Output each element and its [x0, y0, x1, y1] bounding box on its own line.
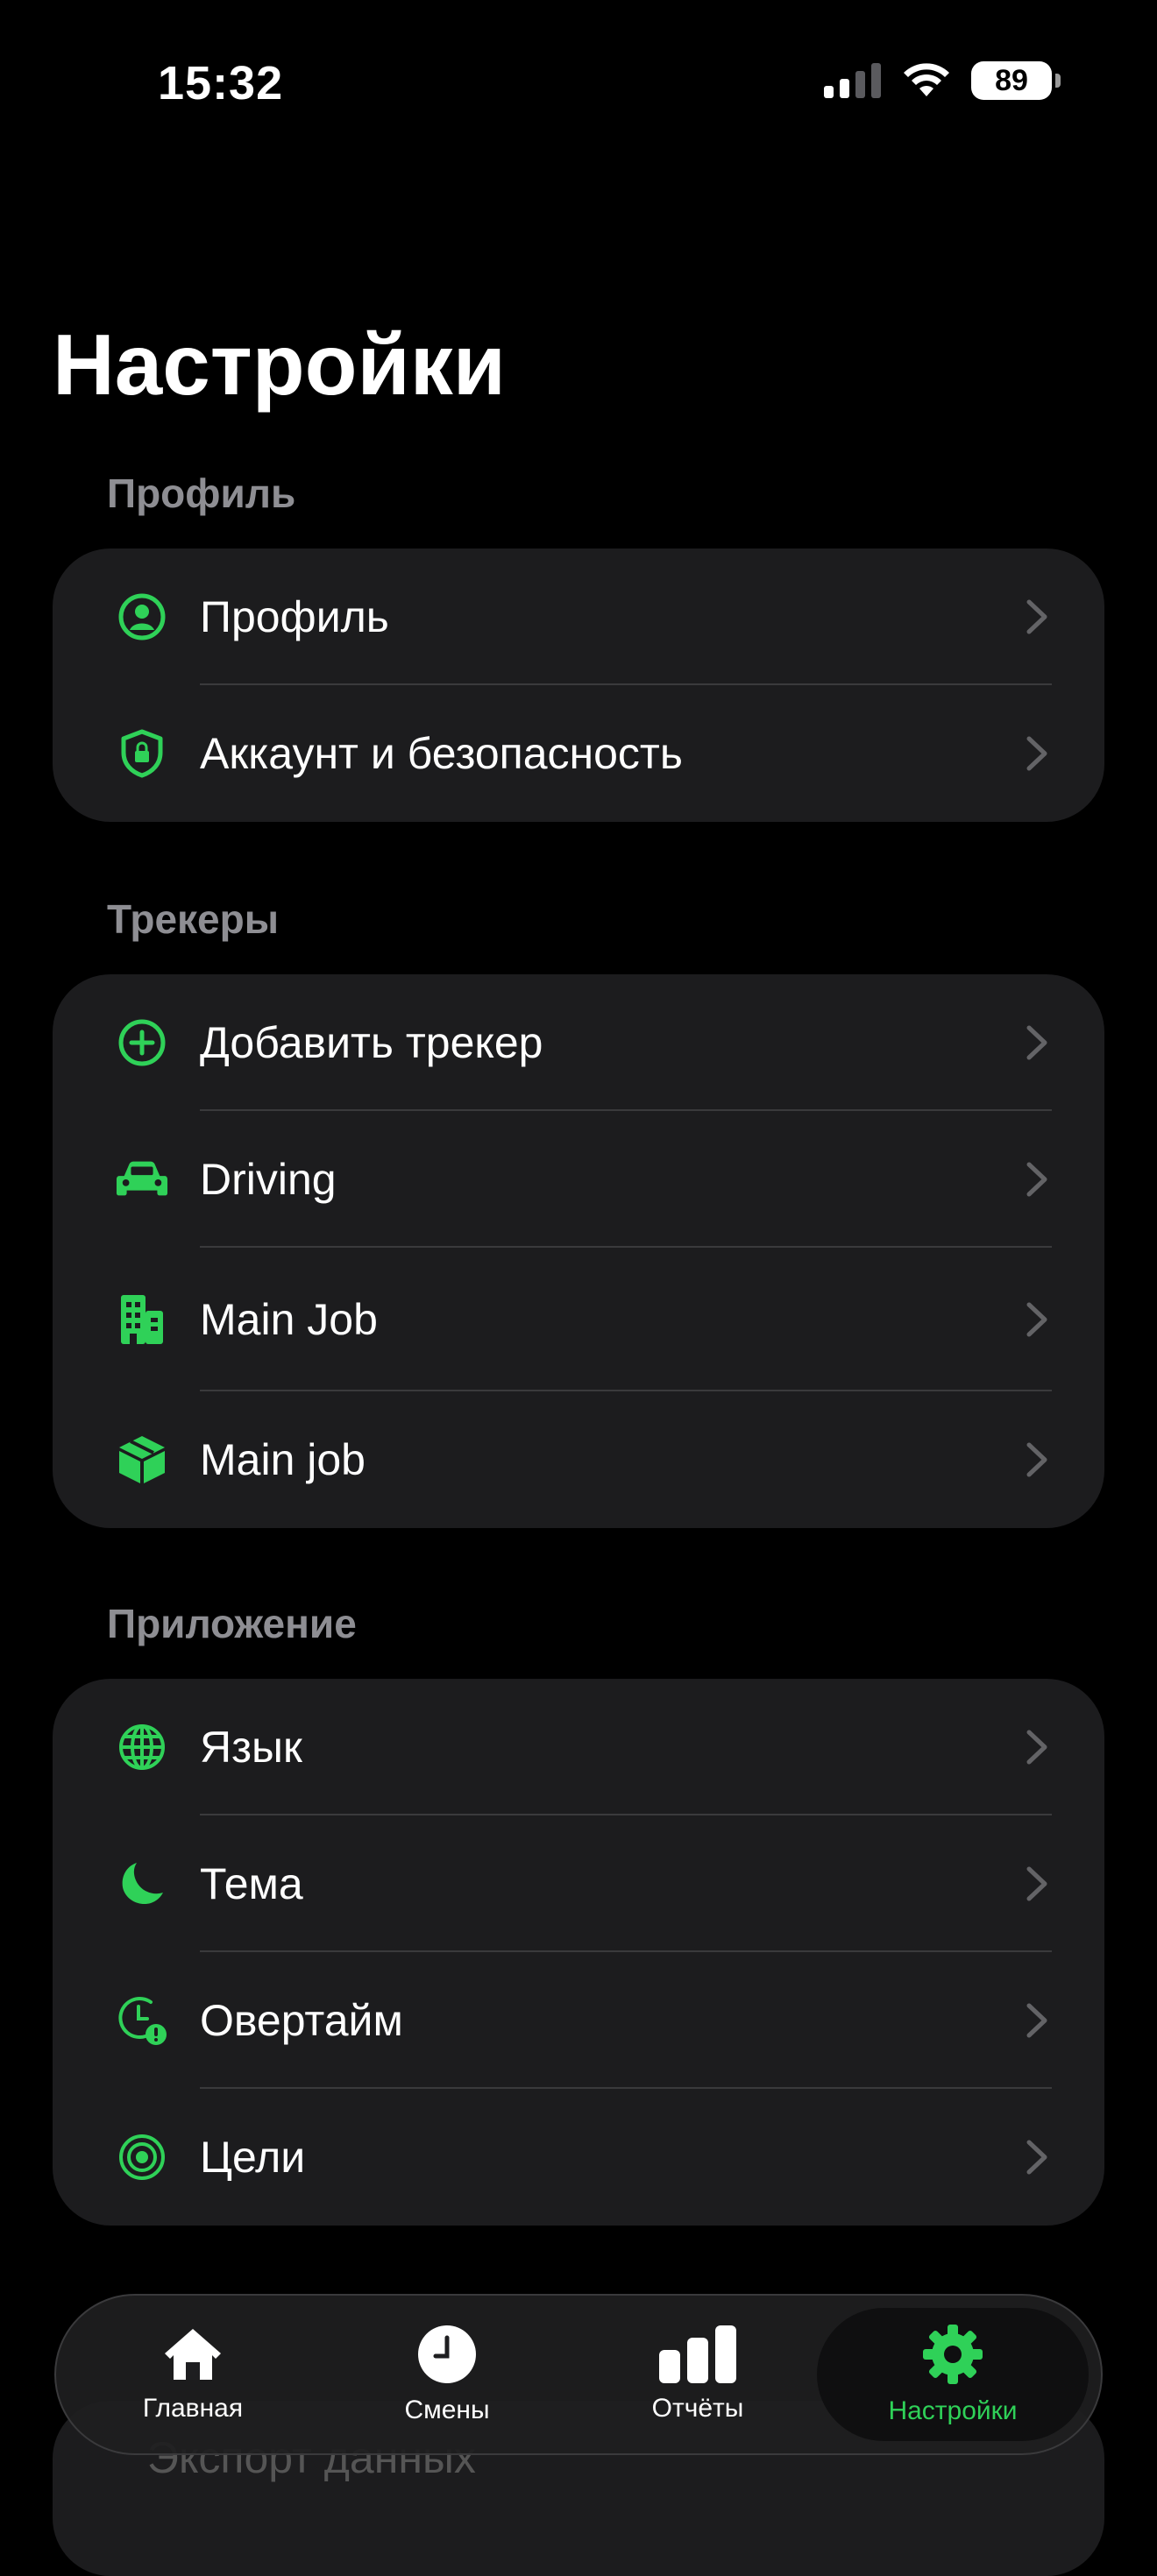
row-label: Добавить трекер [200, 1018, 543, 1067]
chevron-right-icon [1026, 2003, 1047, 2038]
tab-label: Главная [142, 2394, 244, 2423]
car-icon [116, 1153, 168, 1206]
section-header-trackers: Трекеры [107, 896, 280, 942]
section-header-app: Приложение [107, 1601, 357, 1646]
shield-lock-icon [116, 727, 168, 780]
clock-alert-icon [116, 1994, 168, 2047]
settings-row-overtime[interactable]: Овертайм [53, 1952, 1104, 2089]
settings-row-language[interactable]: Язык [53, 1679, 1104, 1815]
settings-row-tracker-main-job[interactable]: Main Job [53, 1248, 1104, 1391]
globe-icon [116, 1721, 168, 1773]
tab-shifts[interactable]: Смены [323, 2296, 571, 2453]
chevron-right-icon [1026, 1302, 1047, 1337]
tab-label: Смены [404, 2396, 490, 2424]
profile-card: Профиль Аккаунт и безопасность [53, 548, 1104, 822]
moon-icon [116, 1858, 168, 1910]
settings-row-tracker-driving[interactable]: Driving [53, 1111, 1104, 1248]
chevron-right-icon [1026, 1442, 1047, 1477]
app-card: Язык Тема Овертайм Цели [53, 1679, 1104, 2226]
chevron-right-icon [1026, 599, 1047, 634]
settings-row-add-tracker[interactable]: Добавить трекер [53, 974, 1104, 1111]
settings-row-profile[interactable]: Профиль [53, 548, 1104, 685]
settings-row-account-security[interactable]: Аккаунт и безопасность [53, 685, 1104, 822]
row-label: Main Job [200, 1295, 378, 1344]
settings-row-tracker-main-job-2[interactable]: Main job [53, 1391, 1104, 1528]
wifi-icon [904, 63, 949, 96]
tab-home[interactable]: Главная [68, 2296, 317, 2453]
tab-bar: Главная Смены Отчёты Настройки [54, 2294, 1103, 2455]
row-label: Цели [200, 2133, 306, 2182]
row-label: Main job [200, 1435, 366, 1484]
battery-indicator: 89 [971, 61, 1061, 100]
building-icon [116, 1293, 168, 1346]
tab-label: Настройки [888, 2396, 1018, 2425]
chevron-right-icon [1026, 1730, 1047, 1765]
plus-circle-icon [116, 1016, 168, 1069]
tab-reports[interactable]: Отчёты [573, 2296, 822, 2453]
cellular-signal-icon [824, 63, 881, 98]
row-label: Профиль [200, 592, 389, 641]
bar-chart-icon [659, 2325, 736, 2383]
status-icons: 89 [824, 61, 1061, 100]
row-label: Язык [200, 1723, 302, 1772]
chevron-right-icon [1026, 1866, 1047, 1901]
row-label: Тема [200, 1859, 303, 1908]
chevron-right-icon [1026, 736, 1047, 771]
battery-level: 89 [995, 63, 1028, 97]
status-bar: 15:32 89 [0, 0, 1157, 175]
box-icon [116, 1433, 168, 1486]
tab-label: Отчёты [651, 2394, 744, 2423]
row-label: Овертайм [200, 1996, 403, 2045]
page-title: Настройки [53, 316, 507, 413]
gear-icon [923, 2325, 983, 2384]
tab-settings[interactable]: Настройки [817, 2308, 1089, 2441]
section-header-profile: Профиль [107, 471, 296, 516]
clock-icon [418, 2325, 476, 2383]
settings-row-theme[interactable]: Тема [53, 1815, 1104, 1952]
target-icon [116, 2131, 168, 2183]
status-time: 15:32 [158, 57, 284, 110]
trackers-card: Добавить трекер Driving Main Job Main jo… [53, 974, 1104, 1528]
house-icon [165, 2329, 221, 2380]
settings-row-goals[interactable]: Цели [53, 2089, 1104, 2226]
chevron-right-icon [1026, 1162, 1047, 1197]
person-circle-icon [116, 591, 168, 643]
chevron-right-icon [1026, 1025, 1047, 1060]
row-label: Driving [200, 1155, 337, 1204]
chevron-right-icon [1026, 2140, 1047, 2175]
row-label: Аккаунт и безопасность [200, 729, 683, 778]
